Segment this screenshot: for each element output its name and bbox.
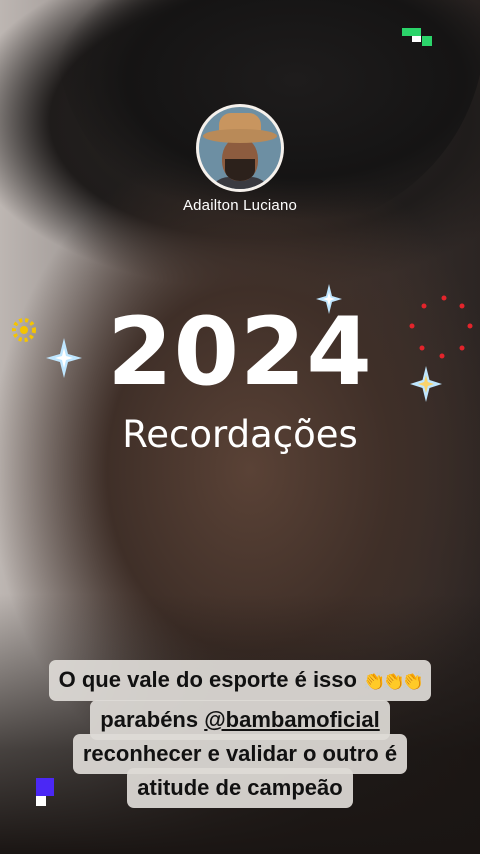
profile-avatar[interactable]: [196, 104, 284, 192]
blue-pixel-icon: [36, 778, 54, 806]
caption-text-2: parabéns: [100, 707, 205, 732]
caption-line-1-row: O que vale do esporte é isso 👏👏👏: [0, 660, 480, 702]
caption-text-1: O que vale do esporte é isso: [58, 667, 357, 692]
story-screen[interactable]: Adailton Luciano 2024 Recordações O que …: [0, 0, 480, 854]
clapping-hands-icon: 👏👏👏: [363, 671, 424, 692]
caption-line-4: atitude de campeão: [127, 768, 353, 808]
caption-line-4-row: atitude de campeão: [0, 768, 480, 808]
avatar-photo: [199, 107, 281, 189]
caption-line-1: O que vale do esporte é isso 👏👏👏: [48, 660, 432, 702]
memories-year: 2024: [107, 298, 373, 407]
green-pixel-icon: [402, 28, 432, 46]
memories-label: Recordações: [122, 413, 358, 456]
mention-link[interactable]: @bambamoficial: [204, 707, 380, 732]
author-name[interactable]: Adailton Luciano: [0, 197, 480, 214]
